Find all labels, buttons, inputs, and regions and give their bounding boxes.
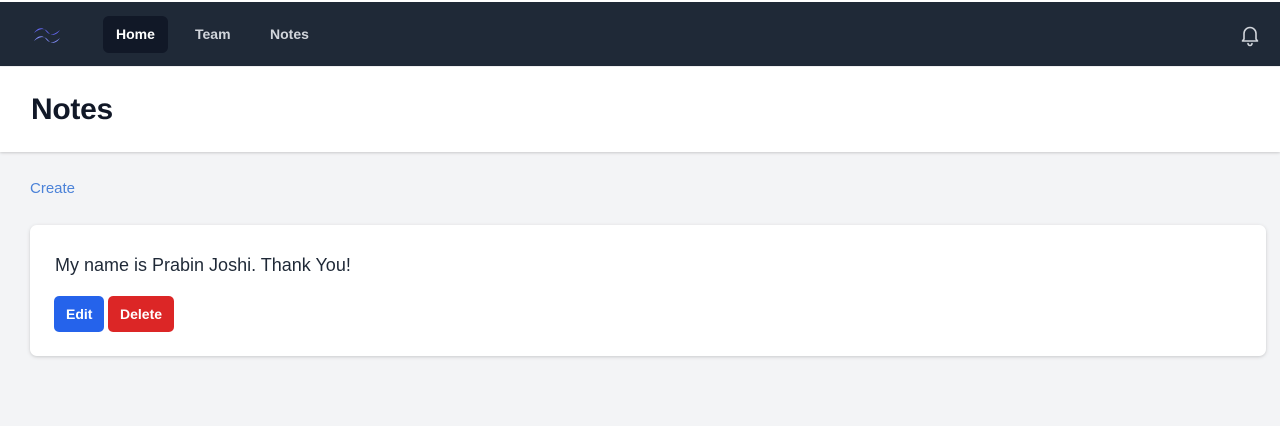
create-link[interactable]: Create [30, 180, 75, 197]
bell-icon[interactable] [1238, 23, 1262, 47]
page-header: Notes [0, 67, 1280, 152]
note-card: My name is Prabin Joshi. Thank You! Edit… [30, 225, 1266, 356]
nav-link-home[interactable]: Home [103, 16, 168, 53]
page-title: Notes [31, 93, 113, 126]
delete-button[interactable]: Delete [108, 296, 175, 332]
nav-link-team[interactable]: Team [182, 16, 244, 53]
note-text: My name is Prabin Joshi. Thank You! [55, 255, 351, 275]
edit-button[interactable]: Edit [54, 296, 105, 332]
top-navbar: Home Team Notes [0, 0, 1280, 66]
nav-link-notes[interactable]: Notes [257, 16, 322, 53]
tailwind-logo-icon[interactable] [30, 24, 64, 46]
